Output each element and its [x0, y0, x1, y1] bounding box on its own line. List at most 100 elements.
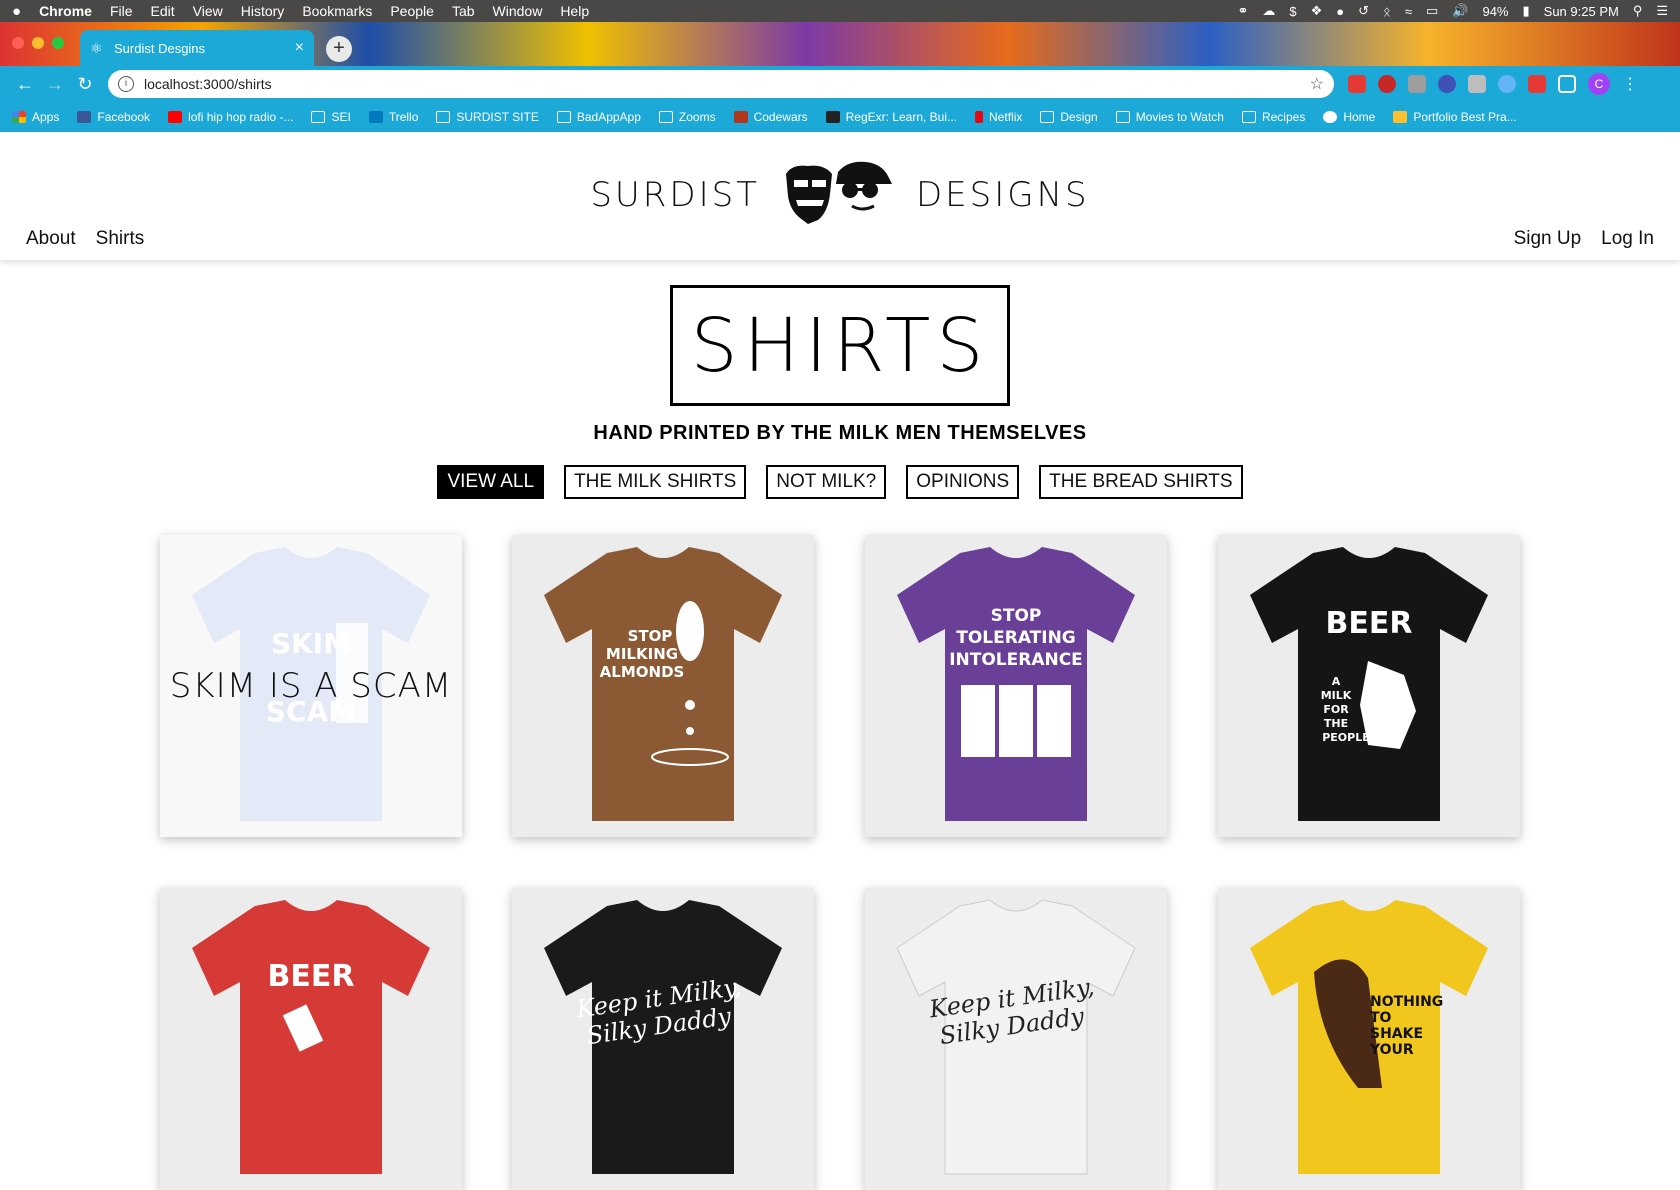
bookmark-facebook[interactable]: Facebook — [77, 110, 150, 124]
notification-center-icon[interactable]: ☰ — [1656, 3, 1668, 19]
close-window-button[interactable] — [12, 37, 24, 49]
bookmark-label: Netflix — [989, 110, 1023, 124]
menu-history[interactable]: History — [241, 3, 285, 19]
shirt-print-0: STOP — [628, 627, 673, 645]
bookmark-label: Facebook — [97, 110, 151, 124]
bookmark-portfolio[interactable]: Portfolio Best Pra... — [1393, 110, 1517, 124]
menu-chrome[interactable]: Chrome — [39, 3, 92, 19]
menu-help[interactable]: Help — [560, 3, 589, 19]
dollar-icon[interactable]: $ — [1289, 4, 1296, 19]
product-card[interactable]: NOTHING TO SHAKE YOUR — [1218, 888, 1520, 1190]
filter-opinions-button[interactable]: OPINIONS — [906, 465, 1020, 499]
bookmark-trello[interactable]: Trello — [368, 110, 418, 124]
extension-blue-icon[interactable] — [1438, 75, 1456, 93]
url-text[interactable]: localhost:3000/shirts — [144, 76, 272, 92]
menu-window[interactable]: Window — [493, 3, 543, 19]
browser-toolbar: ← → ↻ i localhost:3000/shirts ☆ C ⋮ — [0, 66, 1680, 102]
bookmark-regexr[interactable]: RegExr: Learn, Bui... — [825, 110, 957, 124]
log-in-link[interactable]: Log In — [1601, 228, 1654, 250]
bookmark-label: Home — [1343, 110, 1376, 124]
filter-view-all-button[interactable]: VIEW ALL — [437, 465, 545, 499]
product-card[interactable]: SKIM SCAM SKIM IS A SCAM — [160, 535, 462, 837]
volume-icon[interactable]: 🔊 — [1452, 3, 1468, 19]
bookmark-codewars[interactable]: Codewars — [733, 110, 808, 124]
bookmark-home[interactable]: Home — [1323, 110, 1375, 124]
battery-percent[interactable]: 94% — [1482, 4, 1508, 19]
menu-bookmarks[interactable]: Bookmarks — [302, 3, 372, 19]
shirt-print-4: THE — [1324, 717, 1348, 730]
filter-milk-shirts-button[interactable]: THE MILK SHIRTS — [564, 465, 747, 499]
extension-lastpass-icon[interactable] — [1348, 75, 1366, 93]
product-card[interactable]: Keep it Milky, Silky Daddy — [512, 888, 814, 1190]
extension-k-icon[interactable] — [1468, 75, 1486, 93]
bookmark-movies[interactable]: Movies to Watch — [1115, 110, 1224, 124]
time-machine-icon[interactable]: ↺ — [1358, 3, 1369, 19]
menu-file[interactable]: File — [110, 3, 133, 19]
bluetooth-icon[interactable]: ᛟ — [1383, 4, 1391, 19]
sign-up-link[interactable]: Sign Up — [1514, 228, 1582, 250]
bookmark-surdist-site[interactable]: SURDIST SITE — [436, 110, 539, 124]
address-bar[interactable]: i localhost:3000/shirts ☆ — [108, 70, 1334, 98]
folder-icon — [436, 111, 451, 123]
bookmark-sei[interactable]: SEI — [311, 110, 351, 124]
bookmark-zooms[interactable]: Zooms — [658, 110, 716, 124]
extensions: C ⋮ — [1348, 73, 1638, 95]
wifi-icon[interactable]: ≈ — [1405, 4, 1412, 19]
menu-tab[interactable]: Tab — [452, 3, 475, 19]
tab-strip: ⚛ Surdist Desgins × — [0, 22, 1680, 66]
bookmark-label: Codewars — [753, 110, 808, 124]
nav-shirts-link[interactable]: Shirts — [96, 228, 145, 250]
extension-adblock-icon[interactable] — [1378, 75, 1396, 93]
back-icon[interactable]: ← — [10, 74, 40, 95]
filter-bread-shirts-button[interactable]: THE BREAD SHIRTS — [1039, 465, 1243, 499]
battery-icon[interactable]: ▮ — [1523, 3, 1530, 19]
bookmark-design[interactable]: Design — [1040, 110, 1098, 124]
bookmark-badappapp[interactable]: BadAppApp — [556, 110, 641, 124]
nav-about-link[interactable]: About — [26, 228, 76, 250]
page-subtitle: HAND PRINTED BY THE MILK MEN THEMSELVES — [593, 422, 1087, 444]
product-card[interactable]: STOP MILKING ALMONDS — [512, 535, 814, 837]
menu-edit[interactable]: Edit — [151, 3, 175, 19]
status-area: ⚭ ☁ $ ❖ ● ↺ ᛟ ≈ ▭ 🔊 94% ▮ Sun 9:25 PM ⚲ … — [1237, 3, 1668, 19]
bookmark-star-icon[interactable]: ☆ — [1310, 74, 1324, 94]
glasses-icon[interactable]: ⚭ — [1237, 3, 1248, 19]
folder-icon — [311, 111, 326, 123]
bookmark-apps[interactable]: Apps — [12, 110, 59, 124]
bookmark-label: Movies to Watch — [1135, 110, 1224, 124]
product-card[interactable]: Keep it Milky, Silky Daddy — [865, 888, 1167, 1190]
profile-avatar[interactable]: C — [1588, 73, 1610, 95]
tab-surdist[interactable]: ⚛ Surdist Desgins × — [80, 30, 314, 66]
chrome-menu-icon[interactable]: ⋮ — [1622, 74, 1638, 94]
clock[interactable]: Sun 9:25 PM — [1544, 4, 1619, 19]
bookmark-lofi[interactable]: lofi hip hop radio -... — [168, 110, 293, 124]
bookmark-recipes[interactable]: Recipes — [1241, 110, 1305, 124]
shirt-print-2: SHAKE — [1370, 1026, 1423, 1042]
facebook-icon — [77, 111, 92, 123]
extension-circle-icon[interactable] — [1498, 75, 1516, 93]
shirt-image: NOTHING TO SHAKE YOUR — [1218, 888, 1520, 1190]
dropbox-icon[interactable]: ❖ — [1311, 3, 1323, 19]
minimize-window-button[interactable] — [32, 37, 44, 49]
apple-icon[interactable]: ● — [12, 3, 21, 20]
extension-red-icon[interactable] — [1528, 75, 1546, 93]
menu-people[interactable]: People — [390, 3, 434, 19]
forward-icon[interactable]: → — [40, 74, 70, 95]
menu-view[interactable]: View — [193, 3, 223, 19]
extension-gray-icon[interactable] — [1408, 75, 1426, 93]
record-icon[interactable]: ● — [1336, 4, 1344, 19]
product-card[interactable]: STOP TOLERATING INTOLERANCE — [865, 535, 1167, 837]
site-logo[interactable]: SURDIST DESIGNS — [0, 160, 1680, 230]
reload-icon[interactable]: ↻ — [70, 74, 100, 95]
site-info-icon[interactable]: i — [118, 76, 134, 92]
creative-cloud-icon[interactable]: ☁ — [1262, 3, 1275, 19]
bookmark-netflix[interactable]: Netflix — [975, 110, 1022, 124]
product-card[interactable]: BEER — [160, 888, 462, 1190]
filter-not-milk-button[interactable]: NOT MILK? — [766, 465, 887, 499]
cast-icon[interactable] — [1558, 75, 1576, 93]
new-tab-button[interactable]: + — [326, 36, 352, 62]
close-tab-icon[interactable]: × — [295, 39, 304, 57]
airplay-icon[interactable]: ▭ — [1426, 3, 1438, 19]
maximize-window-button[interactable] — [52, 37, 64, 49]
product-card[interactable]: BEER A MILK FOR THE PEOPLE — [1218, 535, 1520, 837]
spotlight-icon[interactable]: ⚲ — [1633, 3, 1643, 19]
